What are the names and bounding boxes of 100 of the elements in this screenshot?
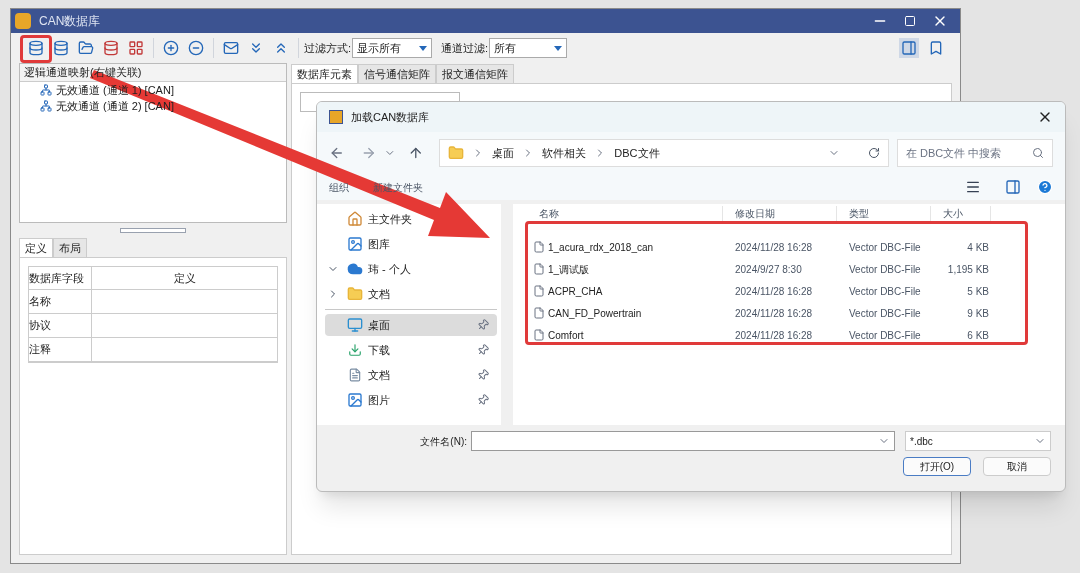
window-title: CAN数据库 [39, 13, 102, 30]
back-icon[interactable] [329, 145, 345, 161]
channel-icon [40, 84, 52, 96]
filename-field[interactable] [471, 431, 895, 451]
add-database-icon[interactable] [28, 40, 44, 56]
maximize-icon[interactable] [904, 15, 916, 27]
file-icon [533, 263, 545, 275]
gallery-icon [347, 236, 363, 252]
nav-item[interactable]: 主文件夹 [325, 208, 497, 230]
picture-icon [347, 392, 363, 408]
file-row[interactable]: 1_调试版 2024/9/27 8:30 Vector DBC-File 1,195 KB [533, 258, 1065, 280]
filetype-dropdown[interactable]: *.dbc [905, 431, 1051, 451]
app-logo-icon [329, 110, 343, 124]
panel-tab[interactable]: 布局 [53, 238, 87, 257]
nav-item[interactable]: 玮 - 个人 [325, 258, 497, 280]
file-row[interactable]: ACPR_CHA 2024/11/28 16:28 Vector DBC-File 5 KB [533, 280, 1065, 302]
file-type: Vector DBC-File [849, 284, 922, 299]
column-header[interactable]: 大小 [931, 206, 991, 224]
channel-icon [40, 100, 52, 112]
minus-icon[interactable] [188, 40, 204, 56]
search-icon [1032, 147, 1044, 159]
file-name: CAN_FD_Powertrain [548, 306, 643, 321]
nav-item[interactable]: 文档 [325, 364, 497, 386]
panel-tab[interactable]: 数据库元素 [291, 64, 358, 83]
file-row[interactable]: 1_acura_rdx_2018_can 2024/11/28 16:28 Vector DBC-File 4 KB [533, 236, 1065, 258]
dropdown-arrow-icon [419, 45, 428, 51]
breadcrumb-item[interactable]: DBC文件 [614, 144, 660, 162]
panel-tab[interactable]: 定义 [19, 238, 53, 257]
preview-pane-icon[interactable] [1005, 179, 1021, 195]
nav-label: 下载 [368, 342, 391, 358]
splitter-handle[interactable] [120, 227, 186, 233]
edit-database-icon[interactable] [53, 40, 69, 56]
file-date: 2024/11/28 16:28 [735, 240, 814, 255]
folder-icon [347, 286, 363, 302]
file-icon [533, 307, 545, 319]
breadcrumb-item[interactable]: 桌面 [492, 144, 515, 162]
file-date: 2024/11/28 16:28 [735, 306, 814, 321]
refresh-icon[interactable] [867, 147, 880, 159]
address-bar[interactable]: 桌面 软件相关 DBC文件 [439, 139, 889, 167]
remove-database-icon[interactable] [103, 40, 119, 56]
app-logo-icon [15, 13, 31, 29]
file-type: Vector DBC-File [849, 262, 922, 277]
dialog-button[interactable]: 打开(O) [903, 457, 971, 476]
table-cell: 名称 [29, 290, 92, 313]
file-row[interactable]: Comfort 2024/11/28 16:28 Vector DBC-File 6 KB [533, 324, 1065, 346]
filename-label: 文件名(N): [419, 434, 467, 449]
filter-dropdown[interactable]: 显示所有 [352, 38, 433, 58]
nav-item[interactable]: 图片 [325, 389, 497, 411]
file-type: Vector DBC-File [849, 306, 922, 321]
command-button[interactable]: 组织 [329, 179, 349, 195]
file-name: 1_acura_rdx_2018_can [548, 240, 655, 255]
file-date: 2024/9/27 8:30 [735, 262, 803, 277]
file-type: Vector DBC-File [849, 328, 922, 343]
download-icon [347, 342, 363, 358]
cloud-icon [347, 261, 363, 277]
file-name: 1_调试版 [548, 262, 591, 277]
file-date: 2024/11/28 16:28 [735, 284, 814, 299]
layout-icon[interactable] [899, 38, 919, 58]
document-icon [347, 367, 363, 383]
file-icon [533, 285, 545, 297]
nav-item[interactable]: 桌面 [325, 314, 497, 336]
filter-label: 过滤方式: [304, 40, 352, 56]
folder-icon [448, 145, 465, 161]
file-date: 2024/11/28 16:28 [735, 328, 814, 343]
file-icon [533, 241, 545, 253]
breadcrumb-item[interactable]: 软件相关 [542, 144, 587, 162]
file-name: ACPR_CHA [548, 284, 604, 299]
search-field[interactable]: 在 DBC文件 中搜索 [896, 139, 1053, 167]
table-cell: 注释 [29, 338, 92, 361]
column-header[interactable]: 名称 [527, 206, 723, 224]
file-size: 6 KB [966, 328, 989, 343]
panel-tab[interactable]: 报文通信矩阵 [436, 64, 514, 83]
table-cell: 协议 [29, 314, 92, 337]
nav-label: 文档 [368, 367, 391, 383]
help-icon[interactable] [1037, 179, 1053, 195]
column-header: 数据库字段 [29, 267, 92, 289]
file-size: 9 KB [966, 306, 989, 321]
nav-label: 玮 - 个人 [368, 261, 412, 277]
nav-item[interactable]: 图库 [325, 233, 497, 255]
nav-label: 桌面 [368, 317, 391, 333]
channel-filter-dropdown[interactable]: 所有 [489, 38, 568, 58]
file-row[interactable]: CAN_FD_Powertrain 2024/11/28 16:28 Vector DBC-File 9 KB [533, 302, 1065, 324]
folder-icon[interactable] [78, 40, 94, 56]
mail-icon[interactable] [223, 40, 239, 56]
nav-item[interactable]: 下载 [325, 339, 497, 361]
file-size: 5 KB [966, 284, 989, 299]
file-icon [533, 329, 545, 341]
home-icon [347, 211, 363, 227]
bookmark-icon[interactable] [928, 40, 944, 56]
view-icon[interactable] [965, 179, 981, 195]
file-size: 4 KB [966, 240, 989, 255]
plus-icon[interactable] [163, 40, 179, 56]
column-header[interactable]: 类型 [837, 206, 931, 224]
panel-tab[interactable]: 信号通信矩阵 [358, 64, 436, 83]
column-header: 定义 [172, 270, 197, 286]
nav-item[interactable]: 文档 [325, 283, 497, 305]
column-header[interactable]: 修改日期 [723, 206, 837, 224]
dialog-button[interactable]: 取消 [983, 457, 1051, 476]
channel-filter-label: 通道过滤: [441, 40, 489, 56]
dialog-title: 加载CAN数据库 [351, 109, 431, 125]
